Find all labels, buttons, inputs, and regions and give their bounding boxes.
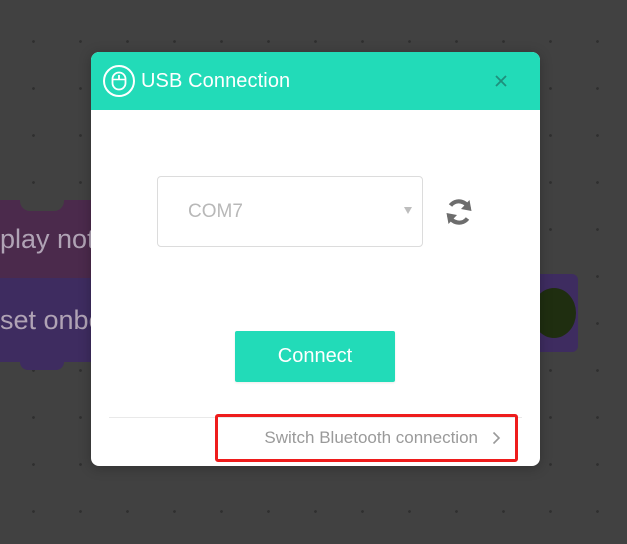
port-selection-row: COM7 [157,176,476,247]
close-icon [495,75,507,87]
play-note-block-label: play not [0,223,95,254]
connect-button[interactable]: Connect [235,331,395,382]
switch-bluetooth-label: Switch Bluetooth connection [264,428,478,447]
workspace-canvas: play not set onbo USB Connection COM7 Co… [0,0,627,544]
refresh-ports-button[interactable] [442,195,476,229]
dialog-header: USB Connection [91,52,540,110]
close-button[interactable] [492,72,510,90]
dialog-title: USB Connection [141,69,291,92]
caret-down-icon [404,207,412,214]
serial-port-select[interactable]: COM7 [157,176,423,247]
serial-port-value: COM7 [188,200,243,222]
refresh-icon [446,198,472,225]
set-onboard-block-label: set onbo [0,304,104,335]
switch-bluetooth-link[interactable]: Switch Bluetooth connection [215,414,518,462]
chevron-right-icon [492,431,501,445]
usb-connection-dialog: USB Connection COM7 Connect Switch Bluet… [91,52,540,466]
mouse-icon [103,65,135,97]
